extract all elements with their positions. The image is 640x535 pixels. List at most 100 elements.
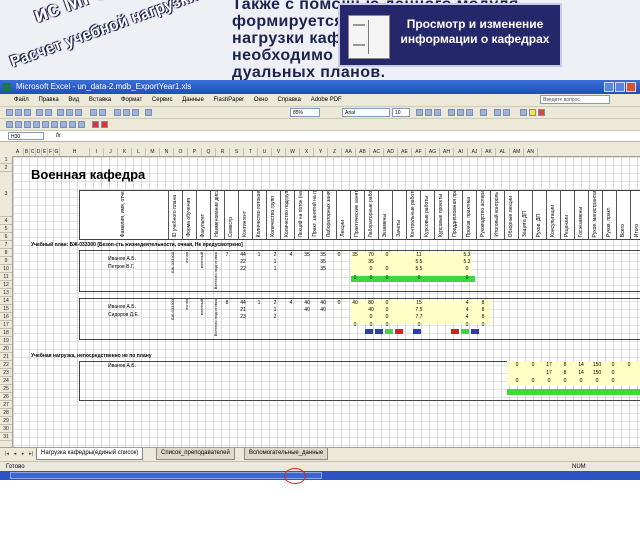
help-search-input[interactable]: Введите вопрос <box>540 95 610 104</box>
cell-value[interactable]: 21 <box>235 307 251 314</box>
underline-icon[interactable] <box>434 109 441 116</box>
column-header[interactable]: O <box>174 148 188 156</box>
menu-flashpaper[interactable]: FlashPaper <box>213 97 244 103</box>
cell-value[interactable]: 5.5 <box>411 259 427 266</box>
column-header[interactable]: AI <box>454 148 468 156</box>
align-center-icon[interactable] <box>457 109 464 116</box>
cell-value[interactable]: 17 <box>541 362 557 369</box>
cell-value[interactable]: 2 <box>267 300 283 307</box>
column-header[interactable]: AK <box>482 148 496 156</box>
new-icon[interactable] <box>6 109 13 116</box>
row-header[interactable]: 18 <box>0 329 12 337</box>
cell-value[interactable]: 0 <box>605 378 621 385</box>
column-header[interactable]: K <box>118 148 132 156</box>
column-header[interactable]: V <box>272 148 286 156</box>
column-header[interactable]: Y <box>314 148 328 156</box>
column-header[interactable]: L <box>132 148 146 156</box>
column-header[interactable]: AF <box>412 148 426 156</box>
tool-icon[interactable] <box>24 121 31 128</box>
cell-value[interactable]: 4 <box>283 300 299 307</box>
cell-value[interactable]: 11 <box>411 252 427 259</box>
cell-value[interactable]: 7.7 <box>411 314 427 321</box>
row-header[interactable]: 29 <box>0 417 12 425</box>
column-header[interactable]: P <box>188 148 202 156</box>
cell-value[interactable]: 0 <box>411 275 427 282</box>
menu-data[interactable]: Данные <box>182 97 204 103</box>
cell-value[interactable]: 0 <box>363 322 379 329</box>
cell-value[interactable]: 0 <box>379 300 395 307</box>
sort-desc-icon[interactable] <box>132 109 139 116</box>
cell-value[interactable]: 70 <box>363 252 379 259</box>
cell-value[interactable]: 150 <box>589 370 605 377</box>
menu-format[interactable]: Формат <box>121 97 142 103</box>
borders-icon[interactable] <box>520 109 527 116</box>
cell-value[interactable]: 15 <box>411 300 427 307</box>
column-header[interactable]: AD <box>384 148 398 156</box>
cell-value[interactable]: 17 <box>541 370 557 377</box>
pdf-icon[interactable] <box>92 121 99 128</box>
row-header[interactable]: 30 <box>0 425 12 433</box>
row-header[interactable]: 14 <box>0 297 12 305</box>
column-header[interactable]: R <box>216 148 230 156</box>
row-header[interactable]: 10 <box>0 265 12 273</box>
cell-value[interactable]: 0 <box>605 370 621 377</box>
cell-value[interactable]: 0 <box>573 378 589 385</box>
cell-value[interactable]: 0 <box>459 275 475 282</box>
cell-value[interactable]: 0 <box>331 300 347 307</box>
column-header[interactable]: AM <box>510 148 524 156</box>
menu-adobe-pdf[interactable]: Adobe PDF <box>311 97 342 103</box>
print-icon[interactable] <box>36 109 43 116</box>
column-header[interactable]: M <box>146 148 160 156</box>
cell-value[interactable]: 4 <box>459 300 475 307</box>
menu-window[interactable]: Окно <box>254 97 268 103</box>
font-size-select[interactable]: 10 <box>392 108 410 117</box>
cell-value[interactable]: 4 <box>459 307 475 314</box>
taskbar-item[interactable] <box>10 472 322 479</box>
column-header[interactable]: H <box>60 148 90 156</box>
cell-value[interactable]: 22 <box>235 266 251 273</box>
row-header[interactable]: 19 <box>0 337 12 345</box>
column-header[interactable]: AJ <box>468 148 482 156</box>
tool-icon[interactable] <box>33 121 40 128</box>
align-left-icon[interactable] <box>448 109 455 116</box>
cell-value[interactable]: 80 <box>363 300 379 307</box>
cell-value[interactable]: 0 <box>509 378 525 385</box>
cell-value[interactable]: 8 <box>475 300 491 307</box>
row-header[interactable]: 22 <box>0 361 12 369</box>
cell-value[interactable]: 0 <box>379 314 395 321</box>
cell-value[interactable]: 40 <box>299 300 315 307</box>
column-header[interactable]: AA <box>342 148 356 156</box>
preview-icon[interactable] <box>45 109 52 116</box>
cell-value[interactable]: 0 <box>363 275 379 282</box>
column-header[interactable]: N <box>160 148 174 156</box>
cell-value[interactable]: 0 <box>525 362 541 369</box>
column-header[interactable]: AH <box>440 148 454 156</box>
tool-icon[interactable] <box>42 121 49 128</box>
cell-value[interactable]: 8 <box>475 307 491 314</box>
cell-value[interactable]: 40 <box>299 307 315 314</box>
column-header[interactable]: AB <box>356 148 370 156</box>
column-header[interactable]: U <box>258 148 272 156</box>
cell-value[interactable]: 0 <box>379 252 395 259</box>
tab-department-load[interactable]: Нагрузка кафедры(единый список) <box>36 448 144 460</box>
cell-value[interactable]: 7 <box>219 252 235 259</box>
cell-value[interactable]: 22 <box>235 259 251 266</box>
column-header[interactable]: AE <box>398 148 412 156</box>
row-header[interactable]: 21 <box>0 353 12 361</box>
cell-value[interactable]: 1 <box>251 300 267 307</box>
open-icon[interactable] <box>15 109 22 116</box>
cell-value[interactable]: 0 <box>363 314 379 321</box>
cell-value[interactable]: 40 <box>363 307 379 314</box>
row-header[interactable]: 23 <box>0 369 12 377</box>
cell-value[interactable]: 0 <box>459 266 475 273</box>
last-sheet-icon[interactable]: ▸| <box>28 451 34 457</box>
cell-value[interactable]: 0 <box>475 322 491 329</box>
cell-value[interactable]: 0 <box>605 362 621 369</box>
cell-value[interactable]: 0 <box>379 307 395 314</box>
cell-value[interactable]: 2 <box>267 314 283 321</box>
cell-value[interactable]: 14 <box>573 362 589 369</box>
close-icon[interactable] <box>626 82 636 92</box>
row-header[interactable]: 31 <box>0 433 12 441</box>
column-header[interactable]: T <box>244 148 258 156</box>
row-header[interactable]: 24 <box>0 377 12 385</box>
